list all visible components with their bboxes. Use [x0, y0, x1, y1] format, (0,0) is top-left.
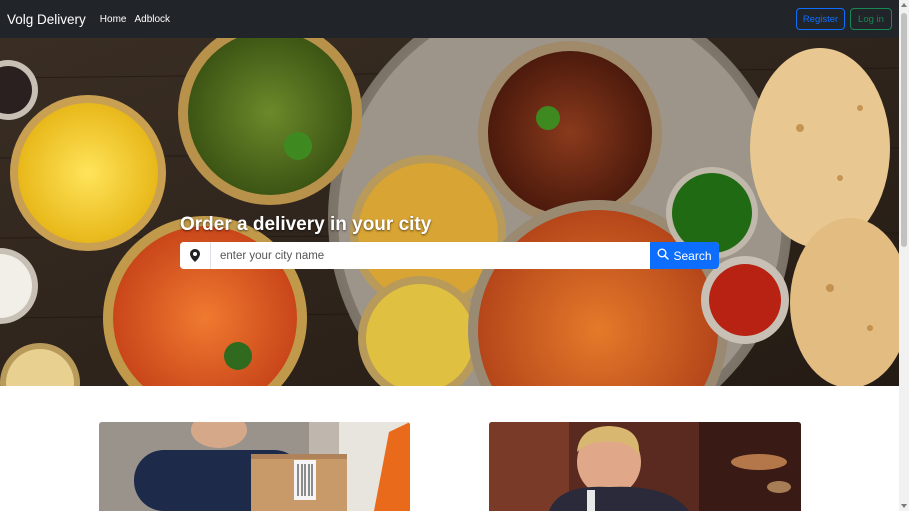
scroll-thumb[interactable]: [901, 13, 907, 247]
register-button[interactable]: Register: [796, 8, 845, 30]
search-button[interactable]: Search: [650, 242, 719, 269]
top-navbar: Volg Delivery Home Adblock Register Log …: [0, 0, 899, 38]
city-search-input[interactable]: [211, 242, 650, 269]
auth-buttons: Register Log in: [796, 8, 892, 30]
search-button-label: Search: [673, 248, 712, 263]
magnifier-icon: [657, 248, 670, 263]
map-pin-icon: [180, 242, 211, 269]
chef-card-image[interactable]: [489, 422, 801, 511]
nav-link-home[interactable]: Home: [100, 14, 127, 25]
brand-logo[interactable]: Volg Delivery: [7, 12, 86, 27]
page-scrollbar[interactable]: [899, 0, 909, 511]
chef-image: [489, 422, 801, 511]
scroll-up-icon[interactable]: [901, 3, 907, 7]
delivery-card-image[interactable]: [99, 422, 410, 511]
nav-link-adblock[interactable]: Adblock: [134, 14, 170, 25]
scroll-down-icon[interactable]: [901, 504, 907, 508]
delivery-person-image: [99, 422, 410, 511]
city-search-group: Search: [180, 242, 719, 269]
hero-banner: Order a delivery in your city Search: [0, 38, 899, 386]
hero-title: Order a delivery in your city: [180, 214, 432, 235]
hero-food-image: [0, 38, 899, 386]
login-button[interactable]: Log in: [850, 8, 892, 30]
